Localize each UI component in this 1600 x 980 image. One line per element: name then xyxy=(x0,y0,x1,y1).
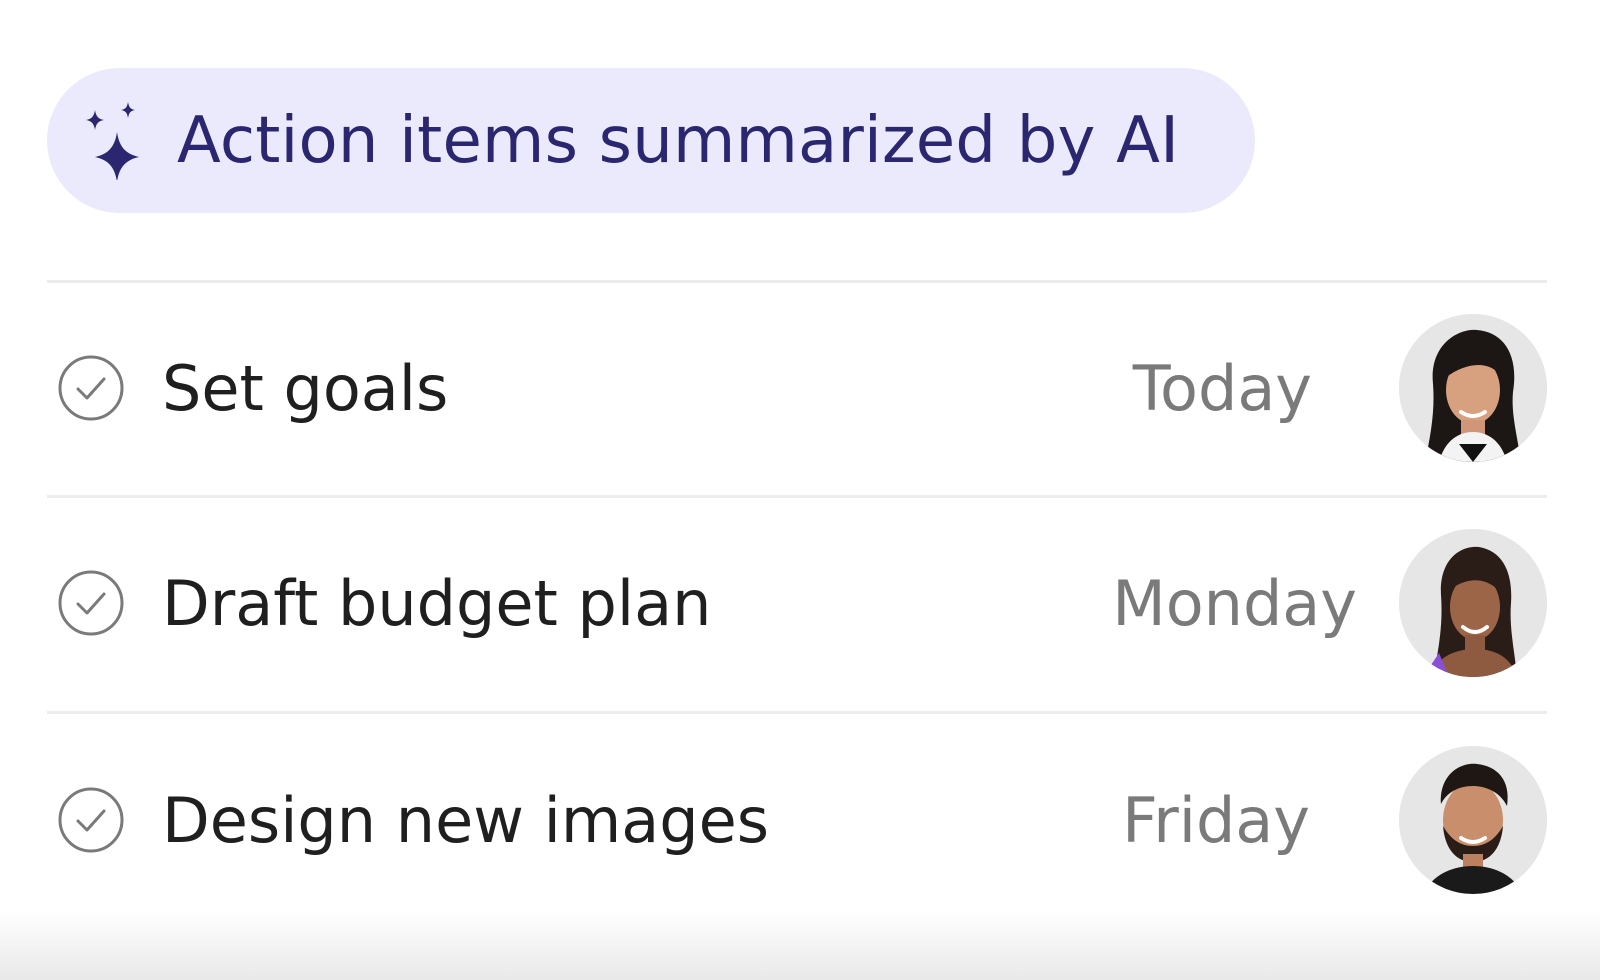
assignee-avatar[interactable] xyxy=(1399,746,1547,894)
action-item-due-date: Monday xyxy=(1112,567,1357,640)
bottom-fade xyxy=(0,910,1600,980)
action-items-card: Action items summarized by AI Set goals … xyxy=(0,0,1600,980)
avatar-woman-long-dark-hair-icon xyxy=(1399,314,1547,462)
action-item-title: Draft budget plan xyxy=(162,567,712,640)
action-item-row[interactable]: Set goals Today xyxy=(47,314,1547,464)
action-item-due-date: Today xyxy=(1132,352,1312,425)
action-item-list: Set goals Today Draft budget plan Monday… xyxy=(47,0,1547,980)
action-item-row[interactable]: Design new images Friday xyxy=(47,746,1547,896)
avatar-man-beard-icon xyxy=(1399,746,1547,894)
action-item-due-date: Friday xyxy=(1122,784,1310,857)
check-circle-icon[interactable] xyxy=(58,570,124,636)
action-item-title: Set goals xyxy=(162,352,449,425)
avatar-woman-purple-top-icon xyxy=(1399,529,1547,677)
action-item-title: Design new images xyxy=(162,784,770,857)
check-circle-icon[interactable] xyxy=(58,787,124,853)
assignee-avatar[interactable] xyxy=(1399,314,1547,462)
action-item-row[interactable]: Draft budget plan Monday xyxy=(47,529,1547,679)
check-circle-icon[interactable] xyxy=(58,355,124,421)
assignee-avatar[interactable] xyxy=(1399,529,1547,677)
